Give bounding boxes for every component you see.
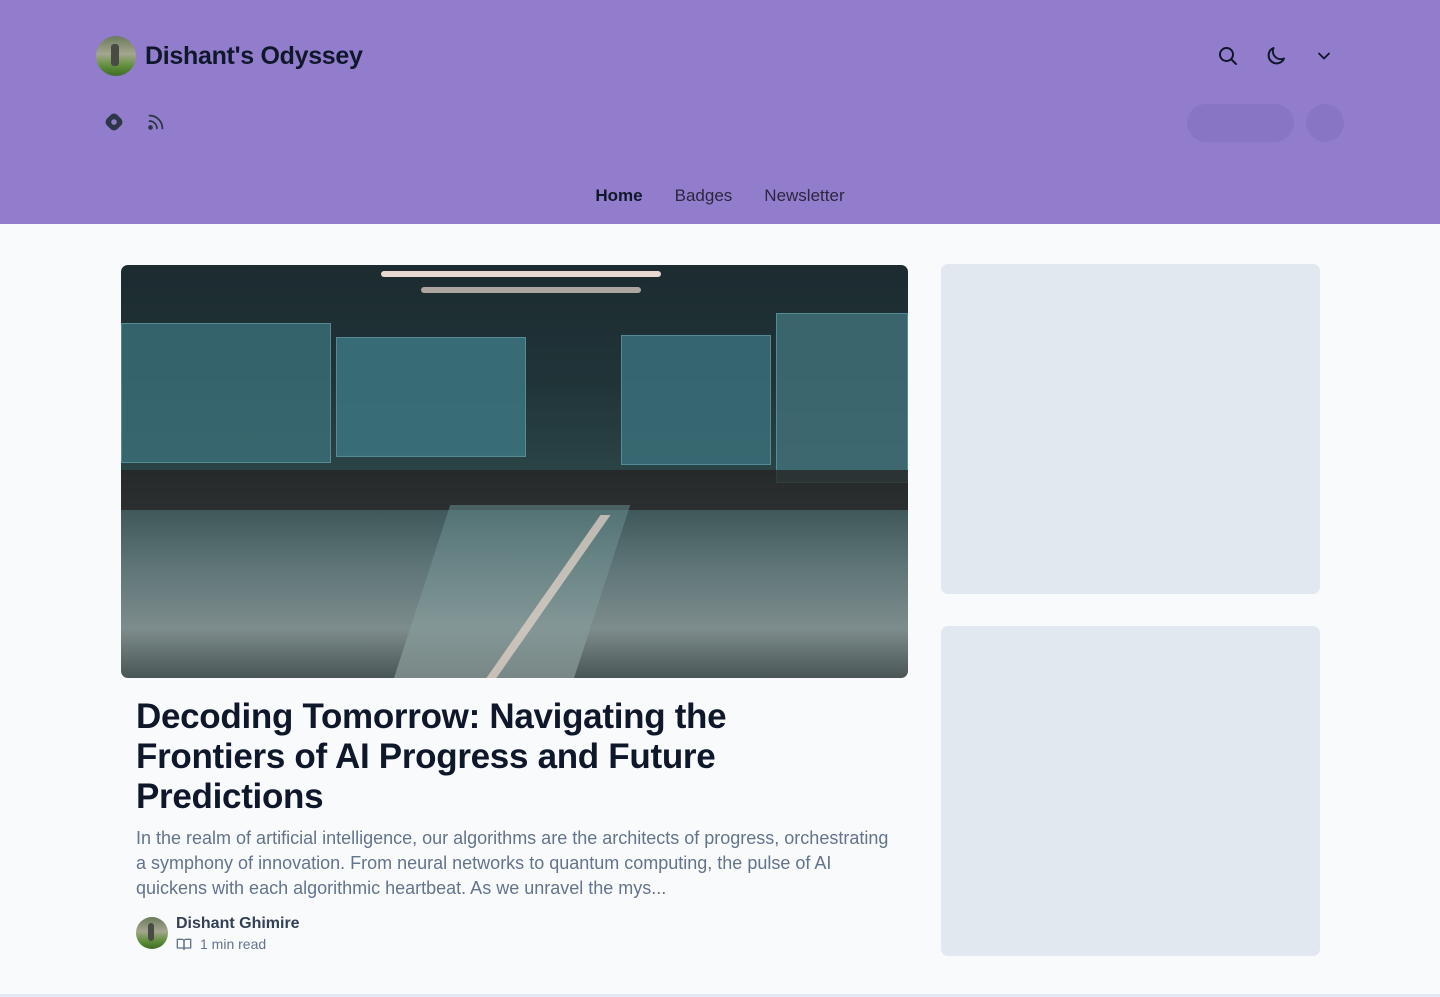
search-button[interactable] — [1210, 40, 1246, 72]
featured-post-excerpt: In the realm of artificial intelligence,… — [136, 828, 889, 898]
featured-post-title[interactable]: Decoding Tomorrow: Navigating the Fronti… — [136, 697, 856, 817]
hashnode-icon — [105, 113, 123, 131]
featured-post-cover-image[interactable] — [121, 265, 908, 678]
post-author-row: Dishant Ghimire 1 min read — [136, 914, 300, 952]
chevron-down-icon — [1318, 52, 1330, 60]
search-icon — [1219, 47, 1237, 65]
nav-item-newsletter[interactable]: Newsletter — [764, 186, 844, 206]
sidebar-card-placeholder — [941, 264, 1320, 594]
author-avatar[interactable] — [136, 917, 168, 949]
theme-toggle-button[interactable] — [1258, 40, 1294, 72]
author-avatar — [96, 36, 136, 76]
nav-item-home[interactable]: Home — [595, 186, 642, 206]
moon-icon — [1267, 47, 1285, 65]
main-nav: Home Badges Newsletter — [0, 186, 1440, 206]
book-open-icon — [176, 938, 192, 950]
loading-button-placeholder — [1187, 104, 1294, 142]
hashnode-link[interactable] — [96, 106, 132, 138]
nav-item-badges[interactable]: Badges — [675, 186, 733, 206]
site-title: Dishant's Odyssey — [145, 41, 363, 70]
rss-icon — [148, 114, 164, 130]
menu-dropdown-button[interactable] — [1306, 40, 1342, 72]
read-time: 1 min read — [176, 936, 300, 952]
site-logo-link[interactable]: Dishant's Odyssey — [96, 36, 363, 76]
sidebar-card-placeholder — [941, 626, 1320, 956]
read-time-label: 1 min read — [200, 936, 267, 952]
loading-avatar-placeholder — [1306, 104, 1344, 142]
rss-link[interactable] — [138, 106, 174, 138]
blog-header: Dishant's Odyssey Home Badges Newsletter — [0, 0, 1440, 224]
author-name[interactable]: Dishant Ghimire — [176, 914, 300, 934]
